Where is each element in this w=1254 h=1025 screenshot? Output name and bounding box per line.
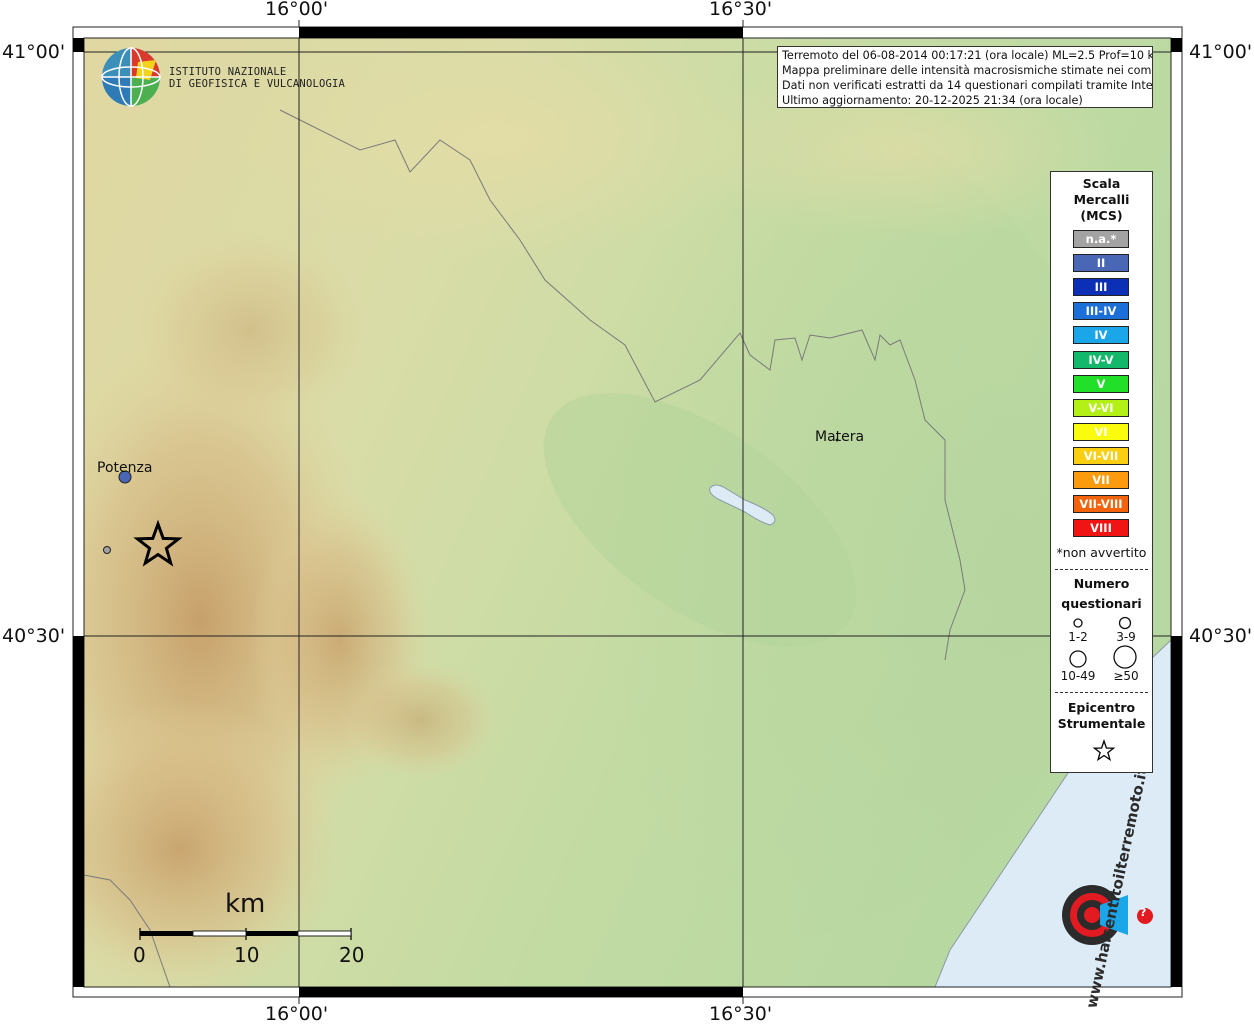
lon-label-top-16-30: 16°30' <box>709 0 773 20</box>
count-symbol-50 <box>1113 645 1137 669</box>
intensity-swatch: VII <box>1073 471 1129 489</box>
intensity-swatch: III <box>1073 278 1129 297</box>
institute-line-2: DI GEOFISICA E VULCANOLOGIA <box>169 78 346 90</box>
institute-name: ISTITUTO NAZIONALE DI GEOFISICA E VULCAN… <box>169 66 345 90</box>
scale-tick-10: 10 <box>234 943 260 967</box>
place-label-potenza: Potenza <box>97 460 153 476</box>
epicenter-title-2: Strumentale <box>1057 716 1146 731</box>
scale-unit: km <box>225 889 266 919</box>
place-label-matera: Matera <box>815 429 865 445</box>
intensity-swatch: IV <box>1073 326 1129 345</box>
watermark-question: ? <box>1140 906 1147 919</box>
info-line-1: Terremoto del 06-08-2014 00:17:21 (ora l… <box>782 49 1153 62</box>
legend-panel: Scala Mercalli (MCS) n.a.* II III III-IV IV I… <box>1050 171 1153 773</box>
legend-divider-1 <box>1055 569 1148 570</box>
intensity-swatch: V <box>1073 374 1129 393</box>
watermark-text: www.haisentitoilterremoto.it <box>1082 765 1152 1010</box>
lat-label-right-40-30: 40°30' <box>1189 625 1253 647</box>
legend-title-1: Scala <box>1082 176 1121 191</box>
legend-title: Scala Mercalli (MCS) <box>1051 176 1152 224</box>
institute-line-1: ISTITUTO NAZIONALE <box>169 66 287 78</box>
intensity-swatch: III-IV <box>1073 302 1129 321</box>
lat-label-left-41-00: 41°00' <box>2 41 66 63</box>
epicenter-legend-star-icon <box>1092 739 1116 762</box>
intensity-swatch: II <box>1073 254 1129 273</box>
intensity-swatch: V-VI <box>1073 398 1129 417</box>
not-felt-note: *non avvertito <box>1056 545 1147 560</box>
intensity-swatch: VI-VII <box>1073 446 1129 465</box>
lon-label-bottom-16-00: 16°00' <box>265 1003 329 1025</box>
intensity-swatch: VII-VIII <box>1073 495 1129 514</box>
count-label-50: ≥50 <box>1113 669 1139 683</box>
legend-title-2: Mercalli <box>1073 192 1130 207</box>
legend-title-3: (MCS) <box>1080 208 1123 223</box>
watermark-website: www.haisentitoilterremoto.it ? <box>1068 766 1154 1010</box>
info-line-4: Ultimo aggiornamento: 20-12-2025 21:34 (… <box>782 94 1083 107</box>
ingv-globe-icon <box>101 47 161 107</box>
lon-label-top-16-00: 16°00' <box>265 0 329 20</box>
count-symbol-10-49 <box>1069 650 1087 668</box>
event-info-box: Terremoto del 06-08-2014 00:17:21 (ora l… <box>777 46 1153 108</box>
intensity-swatch: VI <box>1073 422 1129 441</box>
count-title: Numero questionari <box>1051 574 1152 614</box>
intensity-swatch: VIII <box>1073 519 1129 538</box>
scale-tick-20: 20 <box>339 943 365 967</box>
count-symbol-1-2 <box>1073 618 1083 628</box>
count-label-10-49: 10-49 <box>1060 669 1096 683</box>
count-label-3-9: 3-9 <box>1116 630 1136 644</box>
epicenter-title-1: Epicentro <box>1067 700 1136 715</box>
count-symbol-3-9 <box>1118 616 1132 630</box>
lat-label-left-40-30: 40°30' <box>2 625 66 647</box>
info-line-3: Dati non verificati estratti da 14 quest… <box>782 79 1153 92</box>
epicenter-title: Epicentro Strumentale <box>1051 700 1152 732</box>
count-title-1: Numero <box>1073 576 1130 591</box>
legend-divider-2 <box>1055 692 1148 693</box>
count-label-1-2: 1-2 <box>1068 630 1088 644</box>
count-title-2: questionari <box>1061 596 1142 611</box>
lon-label-bottom-16-30: 16°30' <box>709 1003 773 1025</box>
info-line-2: Mappa preliminare delle intensità macros… <box>782 64 1153 77</box>
intensity-swatch: IV-V <box>1073 350 1129 369</box>
questionnaire-marker[interactable] <box>103 546 111 554</box>
intensity-swatch: n.a.* <box>1073 230 1129 248</box>
scale-tick-0: 0 <box>133 943 146 967</box>
lat-label-right-41-00: 41°00' <box>1189 41 1253 63</box>
